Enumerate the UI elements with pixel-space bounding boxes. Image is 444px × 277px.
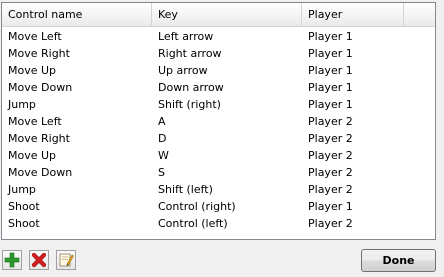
cell-player: Player 2	[308, 183, 353, 196]
table-row[interactable]: Jump Shift (right) Player 1	[2, 96, 435, 113]
cell-key: Left arrow	[158, 30, 214, 43]
red-x-icon	[31, 252, 47, 268]
cell-control-name: Move Down	[8, 166, 73, 179]
cell-control-name: Move Down	[8, 81, 73, 94]
column-header-key[interactable]: Key	[152, 3, 302, 26]
edit-control-button[interactable]	[56, 250, 76, 270]
table-row[interactable]: Move Up Up arrow Player 1	[2, 62, 435, 79]
table-row[interactable]: Move Left Left arrow Player 1	[2, 28, 435, 45]
cell-player: Player 1	[308, 30, 353, 43]
list-header: Control name Key Player	[2, 3, 435, 27]
edit-pencil-icon	[58, 252, 74, 268]
table-row[interactable]: Move Up W Player 2	[2, 147, 435, 164]
column-header-player[interactable]: Player	[302, 3, 404, 26]
cell-key: Control (left)	[158, 217, 228, 230]
cell-key: Down arrow	[158, 81, 224, 94]
table-row[interactable]: Move Left A Player 2	[2, 113, 435, 130]
cell-control-name: Jump	[8, 98, 36, 111]
cell-player: Player 1	[308, 47, 353, 60]
table-row[interactable]: Shoot Control (right) Player 1	[2, 198, 435, 215]
table-row[interactable]: Shoot Control (left) Player 2	[2, 215, 435, 232]
cell-control-name: Move Right	[8, 132, 70, 145]
cell-player: Player 2	[308, 115, 353, 128]
cell-key: A	[158, 115, 166, 128]
column-header-filler	[404, 3, 435, 26]
cell-player: Player 1	[308, 200, 353, 213]
add-control-button[interactable]	[2, 250, 22, 270]
cell-control-name: Shoot	[8, 217, 40, 230]
table-row[interactable]: Jump Shift (left) Player 2	[2, 181, 435, 198]
cell-key: W	[158, 149, 169, 162]
cell-key: Control (right)	[158, 200, 236, 213]
cell-control-name: Move Up	[8, 149, 57, 162]
cell-key: S	[158, 166, 165, 179]
plus-icon	[4, 252, 20, 268]
column-header-control-name[interactable]: Control name	[2, 3, 152, 26]
cell-player: Player 2	[308, 132, 353, 145]
cell-control-name: Shoot	[8, 200, 40, 213]
cell-control-name: Jump	[8, 183, 36, 196]
cell-control-name: Move Right	[8, 47, 70, 60]
table-row[interactable]: Move Right Right arrow Player 1	[2, 45, 435, 62]
table-row[interactable]: Move Down S Player 2	[2, 164, 435, 181]
cell-control-name: Move Left	[8, 30, 62, 43]
cell-control-name: Move Up	[8, 64, 57, 77]
table-row[interactable]: Move Down Down arrow Player 1	[2, 79, 435, 96]
cell-player: Player 2	[308, 217, 353, 230]
table-row[interactable]: Move Right D Player 2	[2, 130, 435, 147]
cell-key: Right arrow	[158, 47, 222, 60]
controls-window: Control name Key Player Move Left Left ar…	[0, 0, 444, 277]
controls-list[interactable]: Control name Key Player Move Left Left ar…	[1, 2, 436, 240]
cell-control-name: Move Left	[8, 115, 62, 128]
done-button[interactable]: Done	[361, 249, 436, 272]
cell-key: Up arrow	[158, 64, 208, 77]
list-rows: Move Left Left arrow Player 1 Move Right Rig…	[2, 28, 435, 232]
cell-key: D	[158, 132, 167, 145]
delete-control-button[interactable]	[29, 250, 49, 270]
cell-key: Shift (right)	[158, 98, 221, 111]
cell-player: Player 1	[308, 98, 353, 111]
cell-player: Player 1	[308, 64, 353, 77]
cell-key: Shift (left)	[158, 183, 213, 196]
cell-player: Player 2	[308, 149, 353, 162]
cell-player: Player 2	[308, 166, 353, 179]
cell-player: Player 1	[308, 81, 353, 94]
